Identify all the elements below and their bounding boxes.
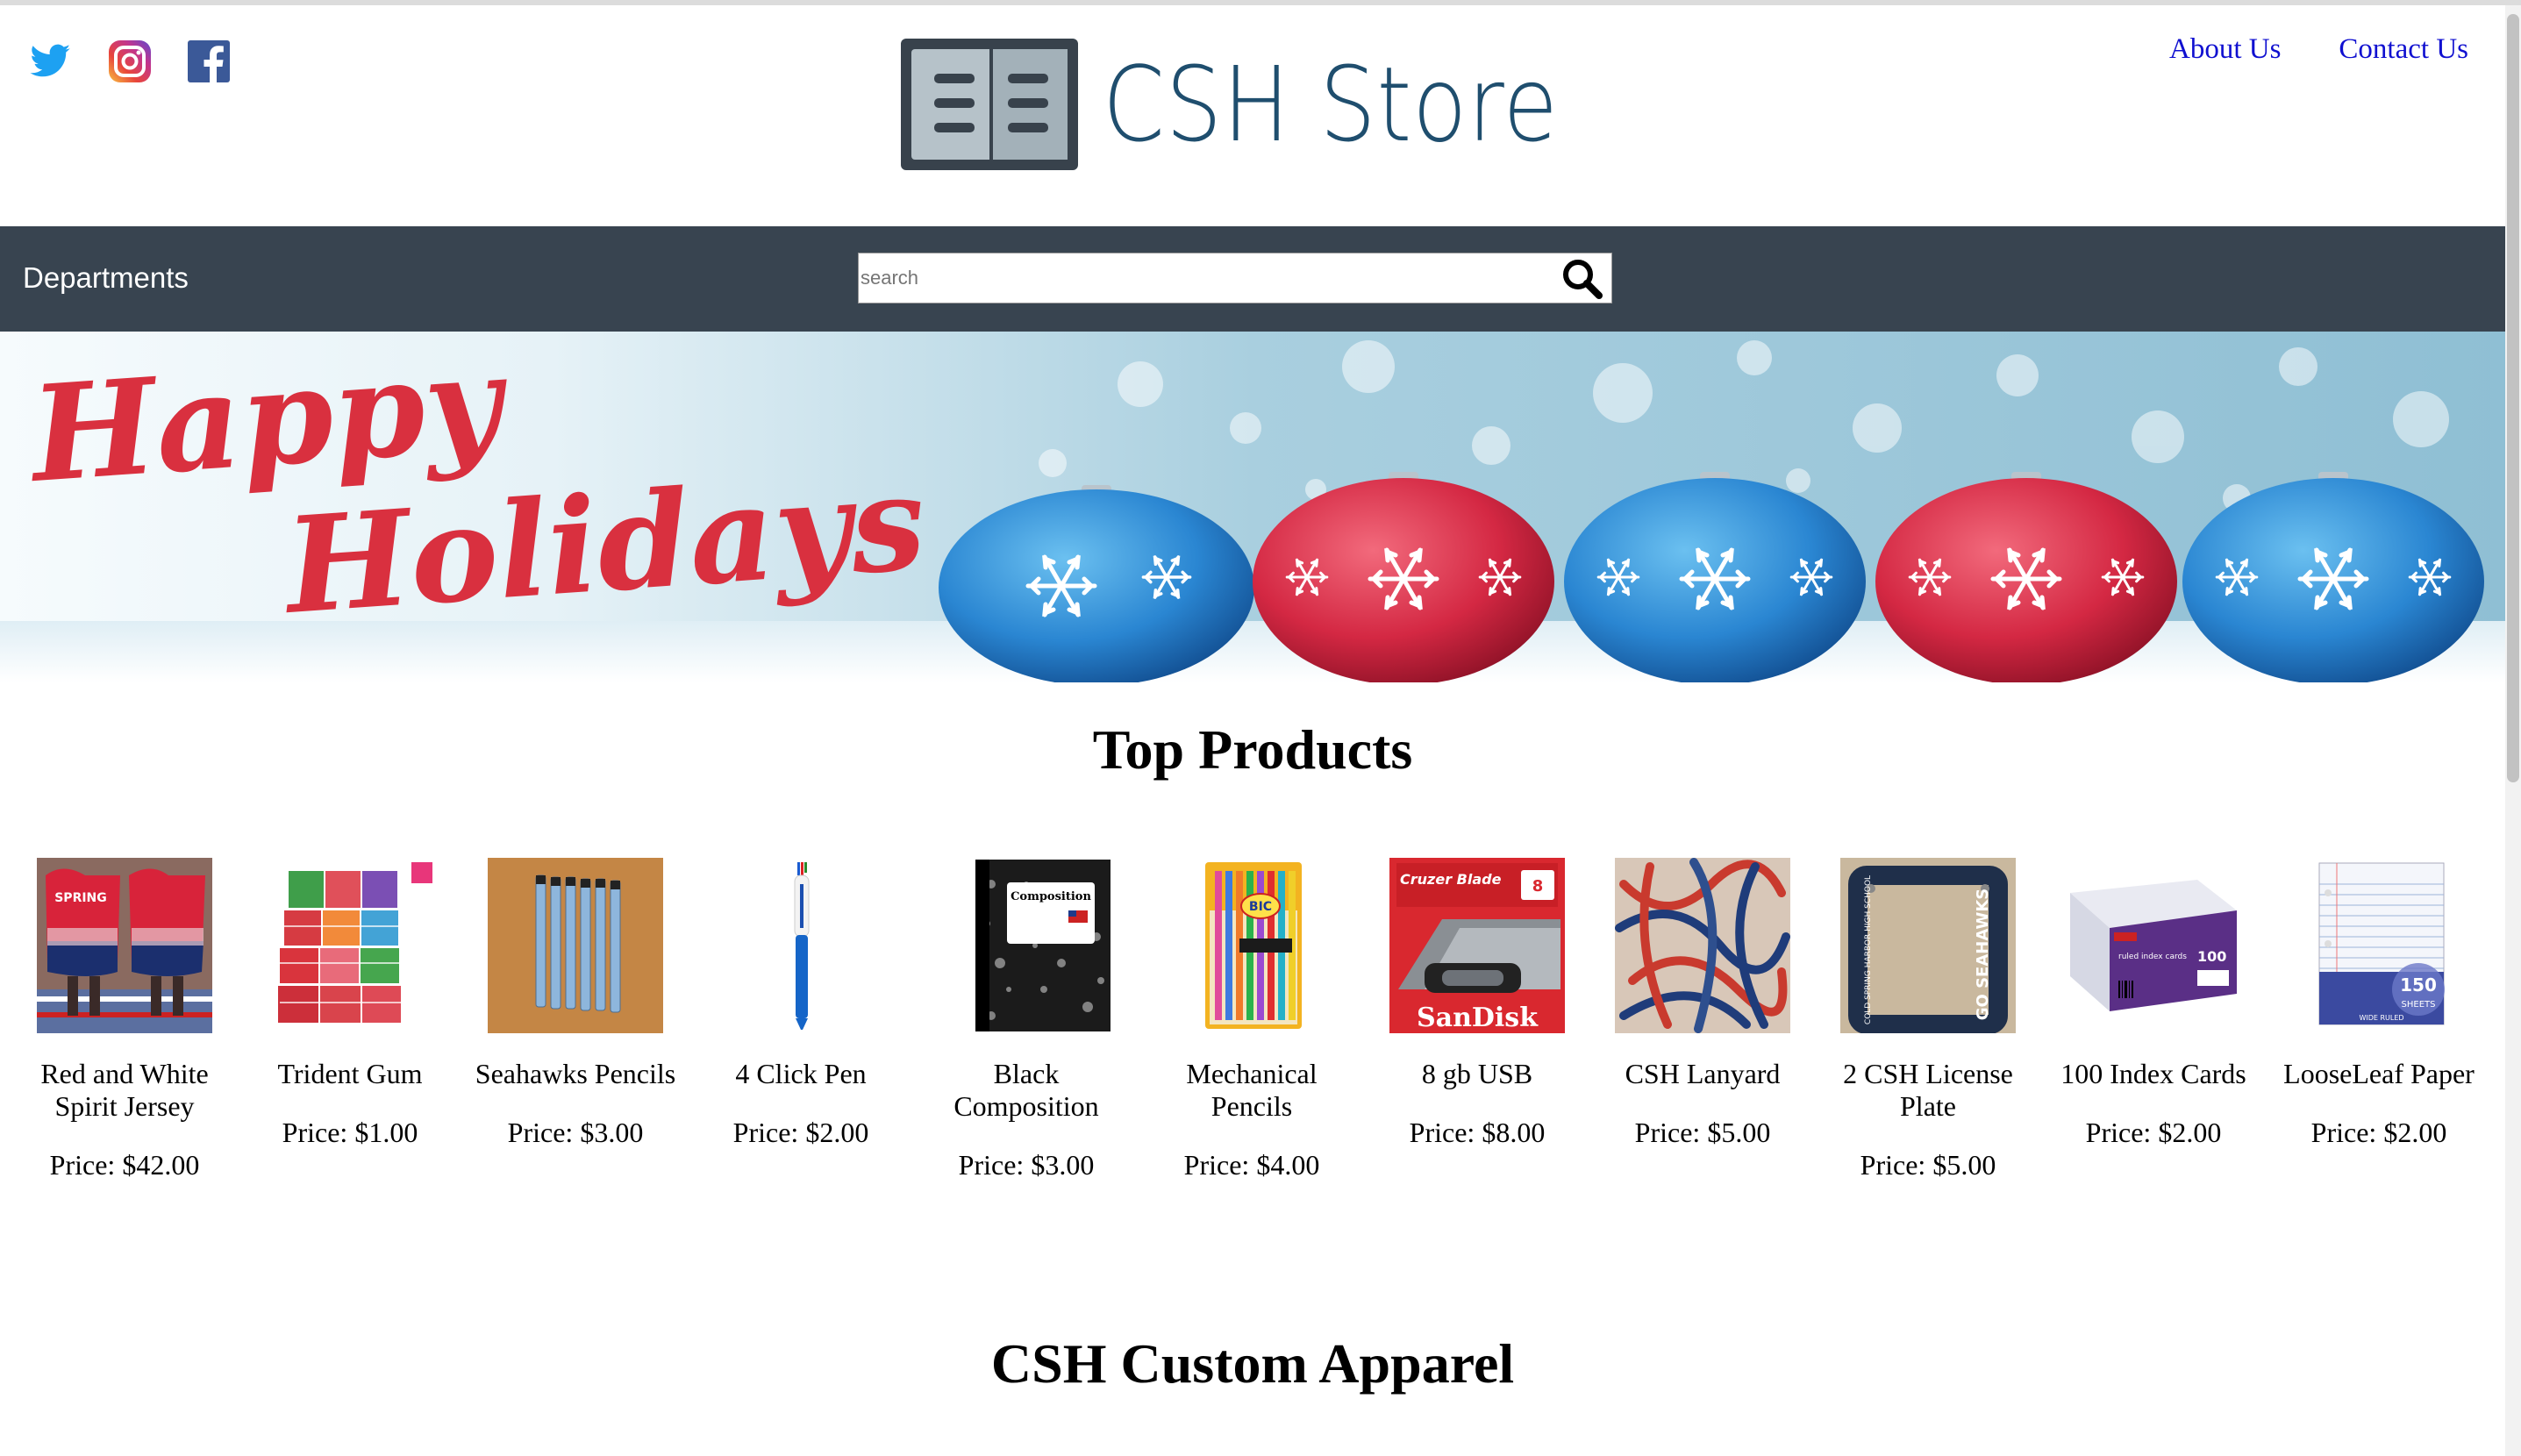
index-cards-image: ruled index cards 100 [2066, 858, 2241, 1033]
svg-text:ruled index cards: ruled index cards [2118, 953, 2187, 961]
svg-text:8: 8 [1532, 877, 1544, 896]
product-card[interactable]: 4 Click Pen Price: $2.00 [700, 858, 902, 1149]
composition-notebook-image: Composition [939, 858, 1114, 1033]
product-price: Price: $2.00 [2085, 1117, 2222, 1148]
svg-text:SanDisk: SanDisk [1417, 1003, 1539, 1033]
top-links: About Us Contact Us [2169, 33, 2468, 66]
product-price: Price: $1.00 [282, 1117, 418, 1148]
scrollbar-thumb[interactable] [2507, 14, 2519, 782]
product-price: Price: $4.00 [1183, 1149, 1320, 1181]
product-card[interactable]: Cruzer Blade 8 SanDisk 8 gb USB Price: $… [1376, 858, 1578, 1149]
product-card[interactable]: GO SEAHAWKS COLD SPRING HARBOR HIGH SCHO… [1827, 858, 2029, 1181]
product-name[interactable]: Mechanical Pencils [1151, 1058, 1353, 1123]
holiday-banner-image: Happy Holidays [0, 332, 2505, 682]
svg-text:SHEETS: SHEETS [2402, 1000, 2436, 1010]
top-products-title: Top Products [1092, 718, 1413, 781]
product-card[interactable]: SPRING Red and White Spirit Jersey Price… [24, 858, 225, 1181]
product-price: Price: $3.00 [507, 1117, 644, 1148]
mechanical-pencils-image: BIC [1164, 858, 1339, 1033]
product-price: Price: $5.00 [1634, 1117, 1771, 1148]
product-name[interactable]: Seahawks Pencils [475, 1058, 676, 1090]
product-name[interactable]: Black Composition [925, 1058, 1127, 1123]
product-name[interactable]: Trident Gum [249, 1058, 451, 1090]
usb-drive-image: Cruzer Blade 8 SanDisk [1389, 858, 1565, 1033]
twitter-icon[interactable] [28, 39, 74, 84]
product-card[interactable]: ruled index cards 100 100 Index Cards Pr… [2053, 858, 2254, 1149]
svg-text:100: 100 [2197, 948, 2226, 965]
about-us-link[interactable]: About Us [2169, 33, 2281, 66]
pencils-product-image [488, 858, 663, 1033]
browser-top-edge [0, 0, 2521, 5]
social-links [28, 39, 232, 84]
gum-product-image [262, 858, 438, 1033]
search-icon[interactable] [1560, 257, 1604, 301]
product-price: Price: $8.00 [1409, 1117, 1546, 1148]
store-logo[interactable]: CSH Store [901, 39, 1632, 170]
product-name[interactable]: Red and White Spirit Jersey [24, 1058, 225, 1123]
store-name: CSH Store [1103, 44, 1559, 165]
product-price: Price: $5.00 [1860, 1149, 1996, 1181]
svg-text:BIC: BIC [1249, 900, 1272, 914]
product-price: Price: $3.00 [958, 1149, 1095, 1181]
custom-apparel-title: CSH Custom Apparel [990, 1332, 1515, 1395]
svg-text:WIDE RULED: WIDE RULED [2359, 1014, 2403, 1022]
product-card[interactable]: Composition Black Composition Price: $3.… [925, 858, 1127, 1181]
product-card[interactable]: BIC Mechanical Pencils Price: $4.00 [1151, 858, 1353, 1181]
looseleaf-paper-image: 150 SHEETS WIDE RULED [2291, 858, 2467, 1033]
product-name[interactable]: 4 Click Pen [700, 1058, 902, 1090]
product-card[interactable]: 150 SHEETS WIDE RULED LooseLeaf Paper Pr… [2278, 858, 2480, 1149]
holiday-banner[interactable]: Happy Holidays [0, 332, 2505, 682]
instagram-icon[interactable] [107, 39, 153, 84]
navigation-bar: Departments [0, 226, 2505, 332]
facebook-icon[interactable] [186, 39, 232, 84]
contact-us-link[interactable]: Contact Us [2339, 33, 2468, 66]
svg-text:GO SEAHAWKS: GO SEAHAWKS [1974, 889, 1992, 1021]
search-input[interactable] [861, 259, 1527, 297]
product-name[interactable]: CSH Lanyard [1602, 1058, 1803, 1090]
page-scrollbar[interactable] [2505, 5, 2521, 1456]
product-card[interactable]: Seahawks Pencils Price: $3.00 [475, 858, 676, 1149]
svg-text:COLD SPRING HARBOR HIGH SCHOOL: COLD SPRING HARBOR HIGH SCHOOL [1864, 875, 1873, 1024]
product-name[interactable]: 100 Index Cards [2053, 1058, 2254, 1090]
lanyard-product-image [1615, 858, 1790, 1033]
svg-text:Composition: Composition [1011, 890, 1091, 903]
product-card[interactable]: Trident Gum Price: $1.00 [249, 858, 451, 1149]
product-name[interactable]: 8 gb USB [1376, 1058, 1578, 1090]
product-card[interactable]: CSH Lanyard Price: $5.00 [1602, 858, 1803, 1149]
product-name[interactable]: LooseLeaf Paper [2278, 1058, 2480, 1090]
product-name[interactable]: 2 CSH License Plate [1827, 1058, 2029, 1123]
svg-text:150: 150 [2400, 974, 2437, 996]
svg-text:SPRING: SPRING [54, 891, 107, 905]
cash-register-icon [901, 39, 1078, 170]
product-price: Price: $2.00 [2310, 1117, 2447, 1148]
search-box [858, 253, 1612, 303]
product-price: Price: $42.00 [49, 1149, 200, 1181]
svg-text:Cruzer Blade: Cruzer Blade [1400, 871, 1502, 888]
pen-product-image [713, 858, 889, 1033]
product-price: Price: $2.00 [732, 1117, 869, 1148]
license-plate-frame-image: GO SEAHAWKS COLD SPRING HARBOR HIGH SCHO… [1840, 858, 2016, 1033]
jersey-product-image: SPRING [37, 858, 212, 1033]
departments-menu[interactable]: Departments [23, 261, 189, 295]
